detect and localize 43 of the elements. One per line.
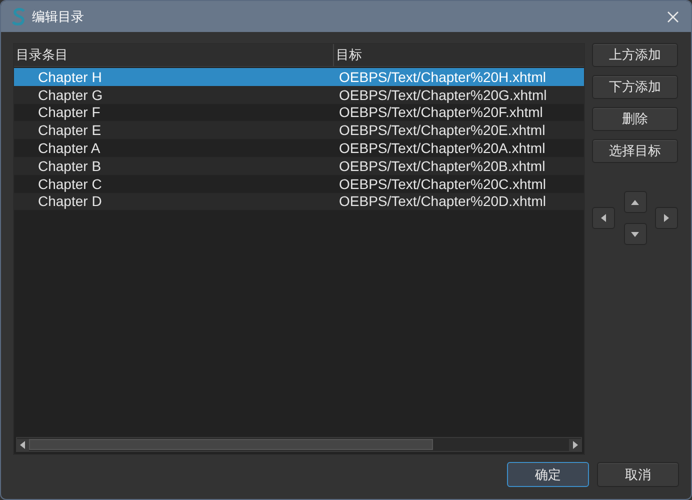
action-button[interactable]: 下方添加	[592, 75, 678, 99]
action-button[interactable]: 上方添加	[592, 43, 678, 67]
table-cell-text: Chapter E	[37, 122, 102, 138]
table-row[interactable]: Chapter D OEBPS/Text/Chapter%20D.xhtml	[14, 192, 584, 210]
caret-down-icon	[631, 232, 639, 236]
column-header[interactable]: 目标	[334, 44, 362, 66]
table-cell-text: OEBPS/Text/Chapter%20A.xhtml	[338, 140, 546, 156]
close-icon[interactable]	[667, 10, 679, 22]
table-cell-text: Chapter A	[37, 140, 102, 156]
caret-left-icon[interactable]	[20, 440, 26, 448]
table-cell-text: OEBPS/Text/Chapter%20D.xhtml	[338, 193, 546, 210]
caret-up-icon	[631, 200, 639, 204]
column-header[interactable]: 目录条目	[14, 44, 334, 66]
move-right-button[interactable]	[655, 207, 678, 229]
move-left-button[interactable]	[592, 207, 615, 229]
caret-right-icon	[664, 214, 669, 222]
table-row[interactable]: Chapter B OEBPS/Text/Chapter%20B.xhtml	[14, 156, 584, 175]
move-up-button[interactable]	[624, 191, 646, 213]
action-button[interactable]: 删除	[592, 107, 678, 131]
action-button[interactable]: 选择目标	[592, 139, 678, 163]
table-cell-text: OEBPS/Text/Chapter%20F.xhtml	[338, 104, 543, 120]
table-cell-text: OEBPS/Text/Chapter%20B.xhtml	[338, 158, 546, 174]
move-down-button[interactable]	[624, 223, 646, 245]
table-cell-text: Chapter G	[37, 86, 104, 103]
table-cell-text: Chapter H	[37, 68, 103, 85]
table-cell-text: OEBPS/Text/Chapter%20C.xhtml	[338, 176, 546, 192]
table-cell-text: Chapter F	[37, 104, 102, 120]
table-row[interactable]: Chapter G OEBPS/Text/Chapter%20G.xhtml	[14, 86, 584, 104]
caret-left-icon	[601, 214, 606, 222]
table-cell-text: Chapter D	[37, 193, 103, 210]
horizontal-scrollbar[interactable]	[16, 437, 582, 452]
table-cell-text: Chapter B	[37, 158, 102, 174]
table-cell-text: Chapter C	[37, 176, 103, 192]
table-row[interactable]: Chapter H OEBPS/Text/Chapter%20H.xhtml	[14, 68, 584, 86]
window-title: 编辑目录	[32, 8, 84, 26]
table-cell-text: OEBPS/Text/Chapter%20E.xhtml	[338, 122, 546, 138]
table-cell-text: OEBPS/Text/Chapter%20H.xhtml	[338, 68, 546, 85]
cancel-button[interactable]: 取消	[597, 462, 679, 487]
app-logo-icon	[12, 8, 26, 26]
caret-right-icon[interactable]	[572, 440, 578, 448]
ok-button[interactable]: 确定	[507, 462, 589, 487]
table-cell-text: OEBPS/Text/Chapter%20G.xhtml	[338, 86, 547, 103]
table-row[interactable]: Chapter E OEBPS/Text/Chapter%20E.xhtml	[14, 121, 584, 140]
